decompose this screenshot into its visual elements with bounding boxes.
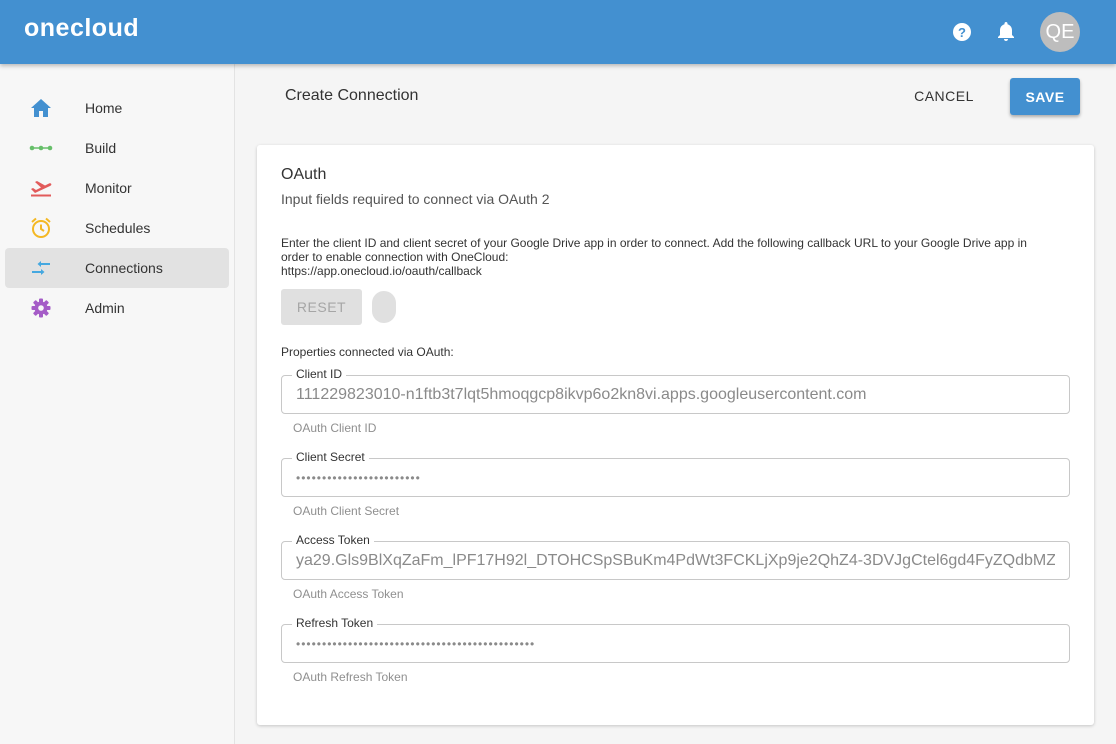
- sidebar-item-label: Build: [85, 140, 117, 156]
- sidebar: Home Build Monitor Schedules Connections…: [0, 64, 235, 744]
- bell-icon[interactable]: [994, 20, 1018, 44]
- authorize-button[interactable]: [372, 291, 396, 323]
- sidebar-item-connections[interactable]: Connections: [5, 248, 229, 288]
- home-icon: [29, 96, 53, 120]
- field-label: Refresh Token: [292, 616, 378, 630]
- sidebar-item-label: Monitor: [85, 180, 132, 196]
- flight-takeoff-icon: [29, 176, 53, 200]
- sidebar-item-build[interactable]: Build: [5, 128, 229, 168]
- field-helper-text: OAuth Client ID: [293, 421, 377, 435]
- save-button[interactable]: SAVE: [1010, 78, 1080, 115]
- callback-url: https://app.onecloud.io/oauth/callback: [281, 264, 482, 278]
- sidebar-item-label: Schedules: [85, 220, 151, 236]
- client-id-value[interactable]: 111229823010-n1ftb3t7lqt5hmoqgcp8ikvp6o2…: [296, 386, 1055, 404]
- avatar[interactable]: QE: [1040, 12, 1080, 52]
- sidebar-item-label: Home: [85, 100, 123, 116]
- sidebar-item-monitor[interactable]: Monitor: [5, 168, 229, 208]
- client-secret-value[interactable]: ••••••••••••••••••••••••: [296, 471, 1055, 485]
- field-helper-text: OAuth Access Token: [293, 587, 404, 601]
- refresh-token-field[interactable]: Refresh Token ••••••••••••••••••••••••••…: [281, 616, 1070, 663]
- alarm-clock-icon: [29, 216, 53, 240]
- help-icon[interactable]: ?: [950, 20, 974, 44]
- sidebar-item-admin[interactable]: Admin: [5, 288, 229, 328]
- field-helper-text: OAuth Client Secret: [293, 504, 400, 518]
- card-subtitle: Input fields required to connect via OAu…: [281, 191, 550, 207]
- cancel-button[interactable]: CANCEL: [906, 80, 982, 112]
- field-label: Client Secret: [292, 450, 369, 464]
- access-token-value[interactable]: ya29.Gls9BlXqZaFm_lPF17H92l_DTOHCSpSBuKm…: [296, 552, 1055, 570]
- sidebar-item-label: Connections: [85, 260, 163, 276]
- client-secret-field[interactable]: Client Secret ••••••••••••••••••••••••: [281, 450, 1070, 497]
- properties-label: Properties connected via OAuth:: [281, 345, 454, 359]
- field-label: Access Token: [292, 533, 374, 547]
- card-title: OAuth: [281, 166, 327, 183]
- reset-button[interactable]: RESET: [281, 289, 362, 325]
- access-token-field[interactable]: Access Token ya29.Gls9BlXqZaFm_lPF17H92l…: [281, 533, 1070, 580]
- top-app-bar: onecloud ? QE: [0, 0, 1116, 64]
- refresh-token-value[interactable]: ••••••••••••••••••••••••••••••••••••••••…: [296, 637, 1055, 651]
- field-label: Client ID: [292, 367, 347, 381]
- gear-icon: [29, 296, 53, 320]
- page-title: Create Connection: [285, 87, 419, 104]
- onecloud-logo[interactable]: onecloud: [24, 14, 139, 43]
- build-icon: [29, 136, 53, 160]
- sidebar-item-label: Admin: [85, 300, 125, 316]
- field-helper-text: OAuth Refresh Token: [293, 670, 408, 684]
- sidebar-item-schedules[interactable]: Schedules: [5, 208, 229, 248]
- sidebar-item-home[interactable]: Home: [5, 88, 229, 128]
- client-id-field[interactable]: Client ID 111229823010-n1ftb3t7lqt5hmoqg…: [281, 367, 1070, 414]
- oauth-instructions: Enter the client ID and client secret of…: [281, 236, 1051, 278]
- oauth-card: OAuth Input fields required to connect v…: [257, 145, 1094, 725]
- swap-arrows-icon: [29, 256, 53, 280]
- instructions-text: Enter the client ID and client secret of…: [281, 236, 1027, 264]
